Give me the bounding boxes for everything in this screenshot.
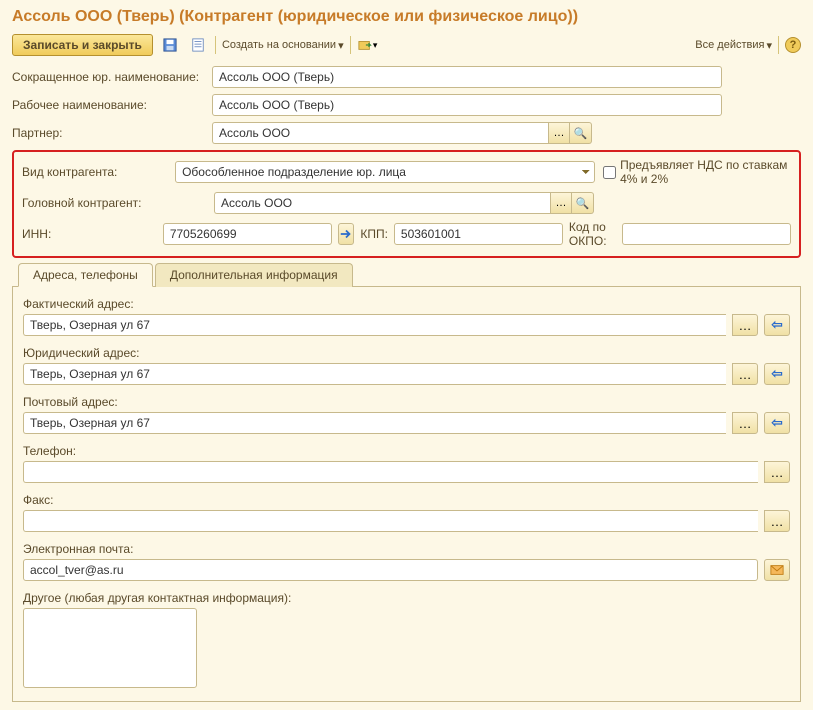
page-title: Ассоль ООО (Тверь) (Контрагент (юридичес… <box>12 8 801 26</box>
tabs: Адреса, телефоны Дополнительная информац… <box>12 262 801 287</box>
save-close-button[interactable]: Записать и закрыть <box>12 34 153 56</box>
type-label: Вид контрагента: <box>22 165 175 179</box>
head-ellipsis-button[interactable]: … <box>550 192 572 214</box>
all-actions-label: Все действия <box>695 39 764 51</box>
inn-label: ИНН: <box>22 227 163 241</box>
vat-checkbox-label: Предъявляет НДС по ставкам 4% и 2% <box>620 158 791 186</box>
search-icon: 🔍 <box>574 127 588 140</box>
partner-label: Партнер: <box>12 126 212 140</box>
tab-body-addresses: Фактический адрес: … ⇦ Юридический адрес… <box>12 287 801 702</box>
separator <box>215 36 216 54</box>
ellipsis-icon: … <box>771 465 784 480</box>
folder-go-icon <box>358 38 372 52</box>
ellipsis-icon: … <box>739 416 752 431</box>
ellipsis-icon: … <box>739 367 752 382</box>
chevron-down-icon: ▾ <box>373 40 378 51</box>
phone-label: Телефон: <box>23 444 790 458</box>
phone-edit-button[interactable]: … <box>764 461 790 483</box>
work-name-input[interactable] <box>212 94 722 116</box>
ellipsis-icon: … <box>556 197 567 209</box>
legal-address-copy-button[interactable]: ⇦ <box>764 363 790 385</box>
floppy-icon <box>163 38 177 52</box>
partner-ellipsis-button[interactable]: … <box>548 122 570 144</box>
okpo-label: Код по ОКПО: <box>569 220 616 248</box>
work-name-label: Рабочее наименование: <box>12 98 212 112</box>
kpp-input[interactable] <box>394 223 563 245</box>
legal-address-edit-button[interactable]: … <box>732 363 758 385</box>
postal-address-input[interactable] <box>23 412 726 434</box>
head-label: Головной контрагент: <box>22 196 214 210</box>
other-textarea[interactable] <box>23 608 197 688</box>
arrow-left-icon: ⇦ <box>771 366 782 382</box>
vat-checkbox-wrap[interactable]: Предъявляет НДС по ставкам 4% и 2% <box>603 158 791 186</box>
email-input[interactable] <box>23 559 758 581</box>
arrow-left-icon: ⇦ <box>771 415 782 431</box>
create-based-dropdown[interactable]: Создать на основании ▾ <box>222 39 344 52</box>
kpp-label: КПП: <box>360 227 388 241</box>
chevron-down-icon: ▾ <box>766 39 772 52</box>
email-send-button[interactable] <box>764 559 790 581</box>
postal-address-edit-button[interactable]: … <box>732 412 758 434</box>
postal-address-copy-button[interactable]: ⇦ <box>764 412 790 434</box>
question-icon: ? <box>790 39 797 51</box>
phone-input[interactable] <box>23 461 758 483</box>
highlighted-section: Вид контрагента: Обособленное подразделе… <box>12 150 801 258</box>
inn-input[interactable] <box>163 223 332 245</box>
actual-address-label: Фактический адрес: <box>23 297 790 311</box>
other-label: Другое (любая другая контактная информац… <box>23 591 790 605</box>
ellipsis-icon: … <box>771 514 784 529</box>
save-button[interactable] <box>159 34 181 56</box>
postal-address-label: Почтовый адрес: <box>23 395 790 409</box>
chevron-down-icon: ▾ <box>338 39 344 52</box>
ellipsis-icon: … <box>554 127 565 139</box>
create-based-label: Создать на основании <box>222 39 336 51</box>
go-button[interactable]: ▾ <box>357 34 379 56</box>
report-button[interactable] <box>187 34 209 56</box>
actual-address-copy-button[interactable]: ⇦ <box>764 314 790 336</box>
toolbar: Записать и закрыть Создать на основании … <box>12 34 801 56</box>
search-icon: 🔍 <box>576 197 590 210</box>
help-button[interactable]: ? <box>785 37 801 53</box>
fax-edit-button[interactable]: … <box>764 510 790 532</box>
head-input[interactable] <box>214 192 550 214</box>
type-select[interactable]: Обособленное подразделение юр. лица <box>175 161 595 183</box>
ellipsis-icon: … <box>739 318 752 333</box>
list-icon <box>191 38 205 52</box>
mail-icon <box>770 563 784 577</box>
vat-checkbox[interactable] <box>603 166 616 179</box>
email-label: Электронная почта: <box>23 542 790 556</box>
inn-fill-button[interactable] <box>338 223 355 245</box>
okpo-input[interactable] <box>622 223 791 245</box>
short-name-input[interactable] <box>212 66 722 88</box>
legal-address-input[interactable] <box>23 363 726 385</box>
all-actions-dropdown[interactable]: Все действия ▾ <box>695 39 772 52</box>
fax-input[interactable] <box>23 510 758 532</box>
arrow-left-icon: ⇦ <box>771 317 782 333</box>
tab-additional[interactable]: Дополнительная информация <box>155 263 353 287</box>
actual-address-edit-button[interactable]: … <box>732 314 758 336</box>
separator <box>778 36 779 54</box>
legal-address-label: Юридический адрес: <box>23 346 790 360</box>
separator <box>350 36 351 54</box>
partner-search-button[interactable]: 🔍 <box>570 122 592 144</box>
arrow-right-icon <box>339 227 353 241</box>
tab-addresses[interactable]: Адреса, телефоны <box>18 263 153 287</box>
partner-input[interactable] <box>212 122 548 144</box>
short-name-label: Сокращенное юр. наименование: <box>12 70 212 84</box>
head-search-button[interactable]: 🔍 <box>572 192 594 214</box>
actual-address-input[interactable] <box>23 314 726 336</box>
fax-label: Факс: <box>23 493 790 507</box>
